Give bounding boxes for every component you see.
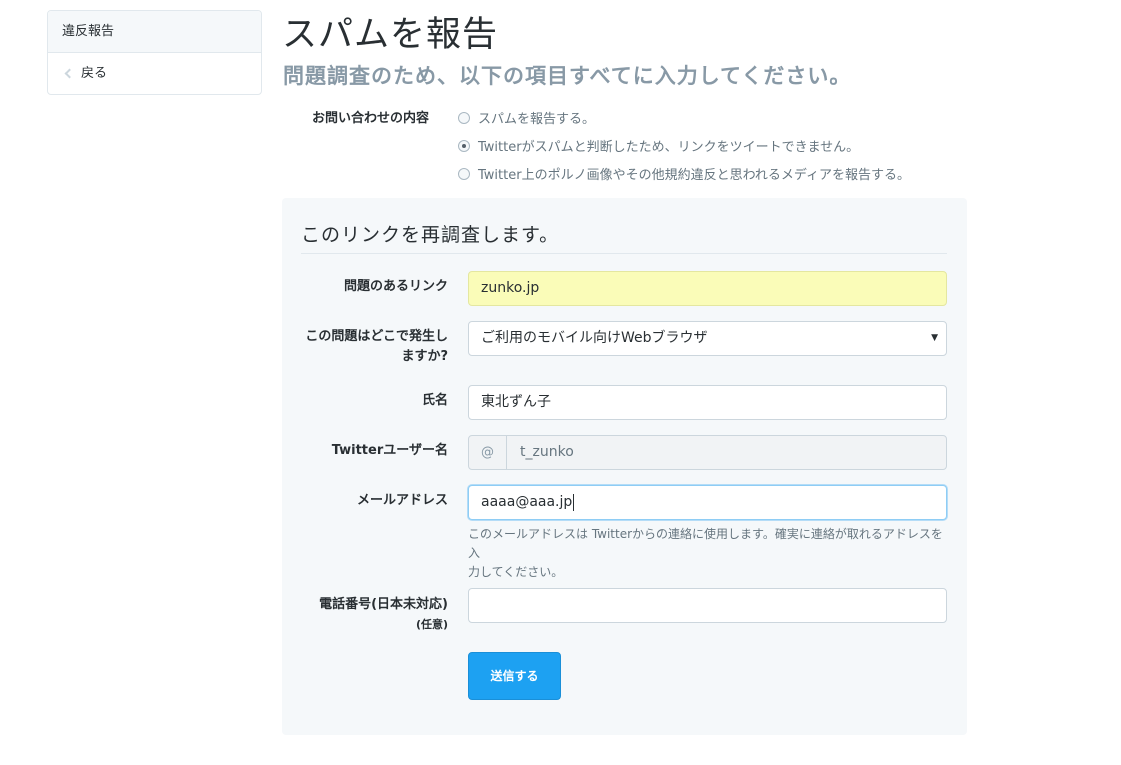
back-link-label: 戻る	[81, 66, 108, 81]
page-title: スパムを報告	[282, 15, 499, 55]
radio-cannot-tweet-link[interactable]: Twitterがスパムと判断したため、リンクをツイートできません。	[458, 136, 859, 155]
username-value: t_zunko	[520, 444, 574, 460]
radio-label: Twitterがスパムと判断したため、リンクをツイートできません。	[478, 140, 860, 155]
link-input[interactable]: zunko.jp	[468, 271, 947, 306]
form-panel: このリンクを再調査します。 問題のあるリンク zunko.jp この問題はどこで…	[282, 198, 967, 735]
email-help-line2: 力してください。	[468, 565, 564, 579]
name-input[interactable]: 東北ずん子	[468, 385, 947, 420]
phone-optional-note: (任意)	[415, 618, 448, 631]
at-prefix: @	[469, 436, 507, 469]
chevron-left-icon	[64, 68, 75, 79]
radio-label: Twitter上のポルノ画像やその他規約違反と思われるメディアを報告する。	[478, 168, 911, 183]
sidebar: 違反報告 戻る	[47, 10, 262, 95]
caret-down-icon: ▼	[931, 333, 938, 343]
link-label: 問題のあるリンク	[343, 279, 448, 294]
sidebar-heading: 違反報告	[48, 11, 261, 53]
back-link[interactable]: 戻る	[48, 53, 261, 94]
submit-button[interactable]: 送信する	[468, 652, 561, 700]
radio-button-checked[interactable]	[458, 139, 470, 152]
phone-input[interactable]	[468, 588, 947, 623]
radio-label: スパムを報告する。	[478, 112, 596, 127]
where-label-line1: この問題はどこで発生し	[305, 329, 448, 344]
email-value: aaaa@aaa.jp	[481, 494, 573, 510]
email-help-text: このメールアドレスは Twitterからの連絡に使用します。確実に連絡が取れるア…	[468, 525, 953, 582]
username-input: @ t_zunko	[468, 435, 947, 470]
text-cursor	[573, 493, 575, 511]
email-input[interactable]: aaaa@aaa.jp	[468, 485, 947, 520]
radio-button[interactable]	[458, 167, 470, 180]
form-title: このリンクを再調査します。	[301, 220, 947, 254]
where-select[interactable]: ご利用のモバイル向けWebブラウザ ▼	[468, 321, 947, 356]
inquiry-label: お問い合わせの内容	[312, 111, 430, 126]
radio-button[interactable]	[458, 111, 470, 124]
email-help-line1: このメールアドレスは Twitterからの連絡に使用します。確実に連絡が取れるア…	[468, 527, 943, 560]
where-label-line2: ますか?	[401, 349, 448, 364]
phone-label-main: 電話番号(日本未対応)	[319, 597, 448, 612]
radio-report-media[interactable]: Twitter上のポルノ画像やその他規約違反と思われるメディアを報告する。	[458, 164, 910, 183]
where-select-value: ご利用のモバイル向けWebブラウザ	[481, 330, 708, 346]
phone-label: 電話番号(日本未対応) (任意)	[319, 595, 448, 635]
username-label: Twitterユーザー名	[331, 443, 448, 458]
radio-report-spam[interactable]: スパムを報告する。	[458, 108, 595, 127]
where-label: この問題はどこで発生し ますか?	[305, 327, 448, 367]
name-label: 氏名	[421, 393, 448, 408]
email-label: メールアドレス	[356, 493, 448, 508]
page-subtitle: 問題調査のため、以下の項目すべてに入力してください。	[283, 64, 852, 88]
